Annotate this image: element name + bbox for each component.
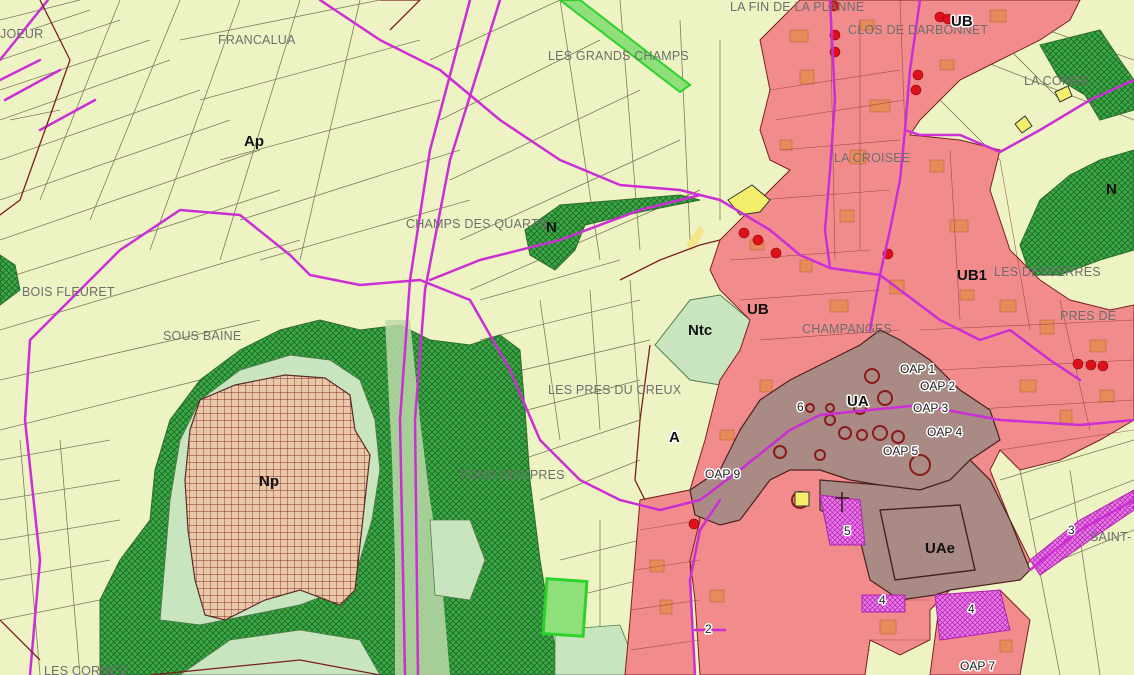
place-label-les-grands-champs: LES GRANDS CHAMPS <box>548 49 689 63</box>
zone-label-ap: Ap <box>244 133 264 150</box>
place-label-les-desserres: LES DESSERRES <box>994 265 1101 279</box>
zone-label-np: Np <box>259 473 279 490</box>
place-label-sous-baine: SOUS BAINE <box>163 329 241 343</box>
zone-label-ua: UA <box>847 393 869 410</box>
place-label-bois-fleuret: BOIS FLEURET <box>22 285 115 299</box>
sector-number-5: 5 <box>844 524 851 538</box>
sector-number-3: 3 <box>1068 523 1075 537</box>
sector-number-6: 6 <box>797 400 804 414</box>
place-label-champs-des-quarts: CHAMPS DES QUARTS <box>406 217 547 231</box>
zone-label-ub-north: UB <box>951 13 973 30</box>
place-label-fond-des-pres: FOND DES PRES <box>460 468 565 482</box>
place-label-joeur: JOEUR <box>0 27 43 41</box>
place-label-pres-de: PRES DE <box>1060 309 1116 323</box>
place-label-la-croisee: LA CROISEE <box>834 151 910 165</box>
place-label-la-combe: LA COMBE <box>1024 74 1090 88</box>
place-label-la-fin-de-la-planne: LA FIN DE LA PLANNE <box>730 0 864 14</box>
zone-label-uae: UAe <box>925 540 955 557</box>
place-label-les-pres-du-creux: LES PRES DU CREUX <box>548 383 682 397</box>
zone-label-ub1: UB1 <box>957 267 987 284</box>
place-label-les-cornes: LES CORNES <box>44 664 127 675</box>
zone-label-n-east: N <box>1106 181 1117 198</box>
oap-label-9: OAP 9 <box>705 467 740 481</box>
oap-label-2: OAP 2 <box>920 379 955 393</box>
zone-label-ntc: Ntc <box>688 322 712 339</box>
zone-label-n-center: N <box>546 219 557 236</box>
protected-zone-np <box>184 374 371 621</box>
oap-label-5: OAP 5 <box>883 444 918 458</box>
oap-label-1: OAP 1 <box>900 362 935 376</box>
bright-green-parcel <box>541 577 589 638</box>
oap-label-7: OAP 7 <box>960 659 995 673</box>
oap-label-3: OAP 3 <box>913 401 948 415</box>
zone-label-ub-west: UB <box>747 301 769 318</box>
oap-label-4: OAP 4 <box>927 425 962 439</box>
sector-number-4-east: 4 <box>968 602 975 616</box>
place-label-saint: SAINT- <box>1090 530 1131 544</box>
place-label-champanges: CHAMPANGES <box>802 322 892 336</box>
zoning-map[interactable]: FRANCALUA LES GRANDS CHAMPS LA FIN DE LA… <box>0 0 1134 675</box>
place-label-francalua: FRANCALUA <box>218 33 296 47</box>
zone-label-a: A <box>669 429 680 446</box>
sector-number-2: 2 <box>705 622 712 636</box>
sector-number-4-west: 4 <box>879 593 886 607</box>
